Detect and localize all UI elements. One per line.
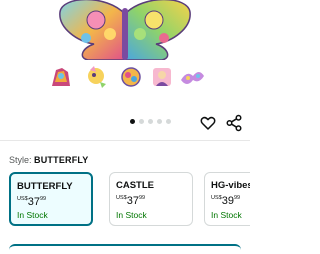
- option-name: CASTLE: [116, 180, 154, 191]
- option-price: US$3999: [211, 194, 240, 207]
- thumbnail-5[interactable]: [177, 62, 207, 92]
- thumbnail-strip: [0, 62, 250, 94]
- style-option-butterfly[interactable]: BUTTERFLY US$3799 In Stock: [9, 172, 93, 226]
- price-currency: US$: [116, 195, 127, 201]
- style-selected-value: BUTTERFLY: [34, 155, 89, 165]
- option-price: US$3799: [17, 195, 46, 208]
- option-stock-status: In Stock: [211, 210, 242, 220]
- price-cents: 99: [138, 195, 146, 201]
- section-divider: [0, 140, 250, 141]
- style-option-hg-vibes[interactable]: HG-vibes US$3999 In Stock: [204, 172, 250, 226]
- thumbnail-3[interactable]: [116, 62, 146, 92]
- carousel-dot[interactable]: [139, 119, 144, 124]
- price-cents: 99: [233, 195, 241, 201]
- thumbnail-4[interactable]: [147, 62, 177, 92]
- option-name: BUTTERFLY: [17, 181, 73, 192]
- price-currency: US$: [17, 196, 28, 202]
- product-main-image[interactable]: [56, 0, 194, 60]
- option-stock-status: In Stock: [17, 210, 48, 220]
- price-dollars: 39: [221, 195, 234, 207]
- style-label-row: Style: BUTTERFLY: [9, 154, 89, 166]
- price-currency: US$: [211, 195, 222, 201]
- share-icon[interactable]: [225, 114, 243, 132]
- carousel-dot[interactable]: [157, 119, 162, 124]
- price-dollars: 37: [27, 196, 40, 208]
- carousel-dot[interactable]: [166, 119, 171, 124]
- thumbnail-1[interactable]: [46, 62, 76, 92]
- next-section-edge: [9, 244, 241, 254]
- style-option-castle[interactable]: CASTLE US$3799 In Stock: [109, 172, 193, 226]
- price-dollars: 37: [126, 195, 139, 207]
- carousel-dot[interactable]: [130, 119, 135, 124]
- option-price: US$3799: [116, 194, 145, 207]
- thumbnail-2[interactable]: [82, 62, 112, 92]
- heart-icon[interactable]: [199, 114, 217, 132]
- style-options: BUTTERFLY US$3799 In Stock CASTLE US$379…: [9, 172, 250, 230]
- option-stock-status: In Stock: [116, 210, 147, 220]
- price-cents: 99: [39, 196, 47, 202]
- style-label: Style:: [9, 155, 32, 165]
- option-name: HG-vibes: [211, 180, 250, 191]
- carousel-dot[interactable]: [148, 119, 153, 124]
